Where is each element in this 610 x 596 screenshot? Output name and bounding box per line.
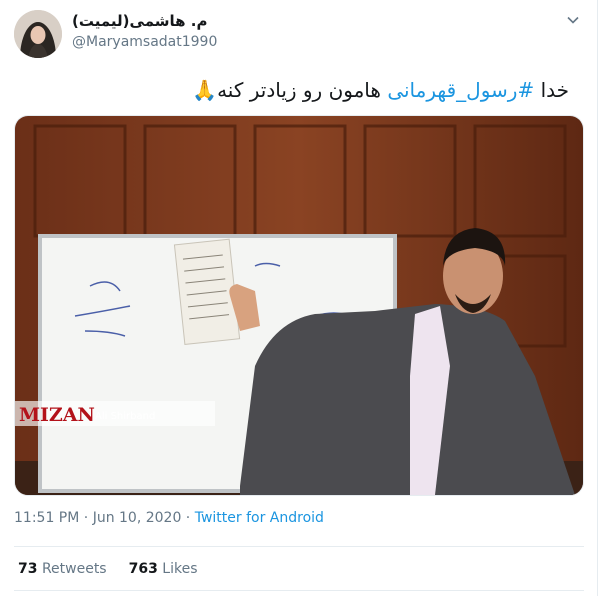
author-name[interactable]: م. هاشمی(لیمیت) (72, 12, 207, 30)
tweet-text-after: هامون رو زیادتر کنه (217, 78, 388, 102)
divider (14, 546, 584, 547)
photo-credit: Ali Shirband (95, 411, 155, 422)
meta-separator: · (79, 510, 93, 526)
likes-stat[interactable]: 763 Likes (129, 561, 198, 577)
tweet-date[interactable]: Jun 10, 2020 (93, 510, 182, 526)
engagement-stats: 73 Retweets 763 Likes (18, 561, 198, 577)
author-handle[interactable]: @Maryamsadat1990 (72, 34, 217, 50)
likes-label: Likes (162, 561, 198, 577)
hashtag-link[interactable]: #رسول_قهرمانی (387, 78, 534, 102)
chevron-down-icon[interactable] (566, 12, 580, 26)
retweets-count: 73 (18, 561, 38, 577)
photo-illustration: MIZAN Ali Shirband (15, 116, 583, 495)
tweet-card: م. هاشمی(لیمیت) @Maryamsadat1990 خدا #رس… (0, 0, 598, 596)
pray-emoji: 🙏 (192, 78, 218, 102)
divider (14, 590, 584, 591)
retweets-label: Retweets (41, 561, 107, 577)
avatar[interactable] (14, 10, 62, 58)
tweet-photo[interactable]: MIZAN Ali Shirband (14, 115, 584, 496)
tweet-source-link[interactable]: Twitter for Android (195, 510, 324, 526)
meta-separator: · (181, 510, 195, 526)
retweets-stat[interactable]: 73 Retweets (18, 561, 107, 577)
tweet-time[interactable]: 11:51 PM (14, 510, 79, 526)
mizan-watermark: MIZAN (19, 404, 95, 426)
tweet-text: خدا #رسول_قهرمانی هامون رو زیادتر کنه🙏 (192, 78, 569, 102)
likes-count: 763 (128, 561, 158, 577)
avatar-image (14, 10, 62, 58)
tweet-text-before: خدا (534, 78, 569, 102)
tweet-meta: 11:51 PM · Jun 10, 2020 · Twitter for An… (14, 510, 324, 526)
